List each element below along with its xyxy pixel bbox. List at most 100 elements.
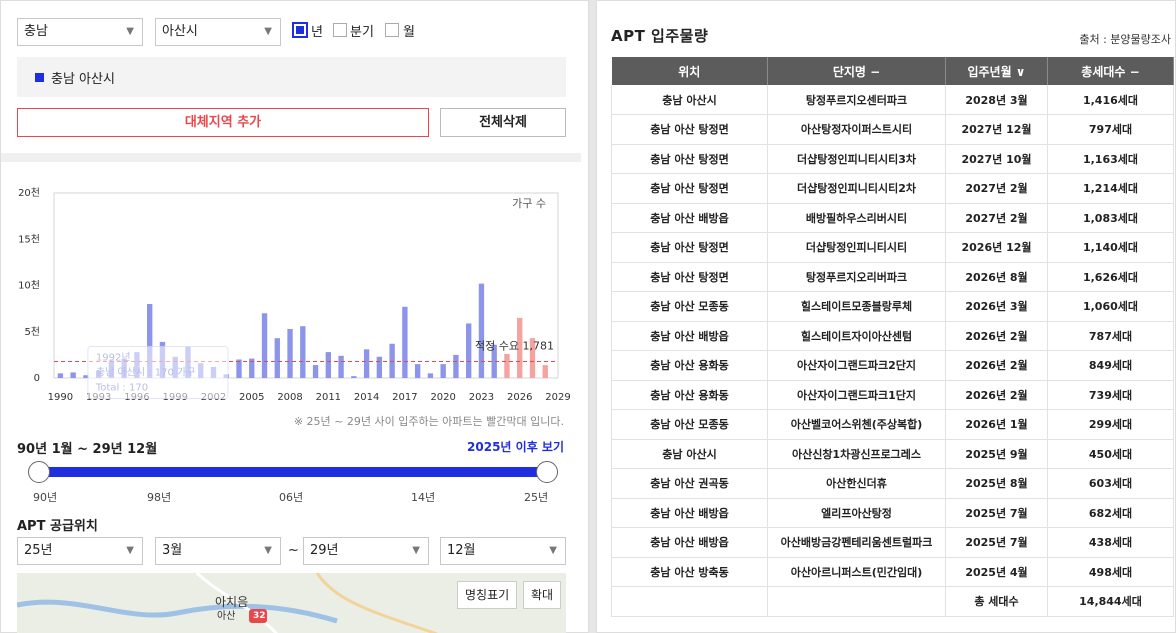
table-cell: 충남 아산 탕정면 [611, 173, 768, 204]
table-row[interactable]: 충남 아산 모종동 힐스테이트모종블랑루체 2026년 3월 1,060세대 [611, 291, 1174, 322]
column-header-0[interactable]: 위치 [611, 57, 768, 85]
table-cell: 배방필하우스리버시티 [767, 203, 946, 233]
column-header-2[interactable]: 입주년월 ∨ [945, 57, 1048, 85]
table-cell: 2025년 7월 [945, 527, 1048, 558]
table-cell: 충남 아산 모종동 [611, 409, 768, 440]
table-row[interactable]: 충남 아산 방축동 아산아르니퍼스트(민간임대) 2025년 4월 498세대 [611, 557, 1174, 587]
bar [440, 364, 446, 378]
range-tilde: ~ [288, 543, 299, 558]
table-row[interactable]: 충남 아산 배방읍 아산배방금강펜테리움센트럴파크 2025년 7월 438세대 [611, 527, 1174, 558]
table-row[interactable]: 충남 아산 탕정면 더샵탕정인피니티시티3차 2027년 10월 1,163세대 [611, 144, 1174, 174]
column-header-1[interactable]: 단지명 − [767, 57, 946, 85]
threshold-label: 적정 수요 1,781 [475, 340, 554, 353]
table-cell: 2026년 1월 [945, 409, 1048, 440]
table-cell: 2025년 7월 [945, 498, 1048, 528]
period-checkbox-0[interactable] [292, 22, 308, 38]
x-tick-label: 2011 [316, 392, 341, 403]
table-cell: 아산탕정자이퍼스트시티 [767, 114, 946, 145]
table-cell: 2027년 10월 [945, 144, 1048, 174]
from-year-select[interactable]: 25년 ▼ [17, 537, 143, 565]
chevron-down-icon: ▼ [264, 545, 272, 556]
chevron-down-icon: ▼ [264, 26, 272, 37]
table-cell: 2025년 8월 [945, 468, 1048, 499]
table-row[interactable]: 충남 아산 배방읍 배방필하우스리버시티 2027년 2월 1,083세대 [611, 203, 1174, 233]
table-row[interactable]: 충남 아산 탕정면 더샵탕정인피니티시티2차 2027년 2월 1,214세대 [611, 173, 1174, 204]
table-cell: 충남 아산 배방읍 [611, 321, 768, 351]
table-cell: 787세대 [1047, 321, 1174, 351]
period-label-1: 분기 [350, 25, 374, 40]
right-panel: APT 입주물량 출처 : 분양물량조사 위치 단지명 − 입주년월 ∨ 총세대수 −… [596, 0, 1176, 633]
table-row[interactable]: 충남 아산시 탕정푸르지오센터파크 2028년 3월 1,416세대 [611, 85, 1174, 115]
table-cell: 849세대 [1047, 350, 1174, 381]
range-slider-start-handle[interactable] [28, 461, 50, 483]
table-cell: 탕정푸르지오센터파크 [767, 85, 946, 115]
table-cell: 충남 아산 용화동 [611, 380, 768, 410]
table-cell: 739세대 [1047, 380, 1174, 410]
table-row[interactable]: 충남 아산 권곡동 아산한신더휴 2025년 8월 603세대 [611, 468, 1174, 499]
table-cell: 2026년 2월 [945, 380, 1048, 410]
table-row[interactable]: 충남 아산 배방읍 엘리프아산탕정 2025년 7월 682세대 [611, 498, 1174, 528]
column-header-3[interactable]: 총세대수 − [1047, 57, 1174, 85]
table-cell: 450세대 [1047, 439, 1174, 469]
province-select[interactable]: 충남 ▼ [17, 18, 143, 46]
table-row[interactable]: 충남 아산 배방읍 힐스테이트자이아산센텀 2026년 2월 787세대 [611, 321, 1174, 351]
map-name-toggle-button[interactable]: 명칭표기 [457, 581, 518, 609]
map-zoom-button[interactable]: 확대 [523, 581, 562, 609]
table-cell: 2026년 8월 [945, 262, 1048, 292]
bar [312, 365, 319, 378]
period-checkbox-1[interactable] [333, 23, 347, 37]
series-color-marker [35, 73, 44, 82]
y-tick-label: 15천 [18, 233, 40, 245]
table-cell: 힐스테이트모종블랑루체 [767, 291, 946, 322]
range-slider-track[interactable] [39, 467, 547, 477]
supply-map[interactable]: 아치음 아산 32 명칭표기 확대 [17, 573, 566, 633]
table-cell: 아산한신더휴 [767, 468, 946, 499]
to-month-select[interactable]: 12월 ▼ [440, 537, 566, 565]
table-cell: 498세대 [1047, 557, 1174, 587]
bar [427, 373, 434, 378]
x-tick-label: 2029 [545, 392, 570, 403]
table-row[interactable]: 충남 아산 용화동 아산자이그랜드파크2단지 2026년 2월 849세대 [611, 350, 1174, 381]
table-cell: 1,416세대 [1047, 85, 1174, 115]
city-select[interactable]: 아산시 ▼ [155, 18, 281, 46]
total-value: 14,844세대 [1047, 586, 1174, 617]
table-cell: 299세대 [1047, 409, 1174, 440]
table-cell: 아산자이그랜드파크1단지 [767, 380, 946, 410]
table-cell: 2026년 3월 [945, 291, 1048, 322]
tooltip-year: 1992년 [96, 352, 131, 364]
table-row[interactable]: 충남 아산 탕정면 아산탕정자이퍼스트시티 2027년 12월 797세대 [611, 114, 1174, 145]
from-month-select[interactable]: 3월 ▼ [155, 537, 281, 565]
table-row[interactable]: 충남 아산 탕정면 탕정푸르지오리버파크 2026년 8월 1,626세대 [611, 262, 1174, 292]
table-cell: 충남 아산 탕정면 [611, 262, 768, 292]
table-row[interactable]: 충남 아산 용화동 아산자이그랜드파크1단지 2026년 2월 739세대 [611, 380, 1174, 410]
range-label: 90년 1월 ~ 29년 12월 [17, 442, 158, 457]
table-row[interactable]: 충남 아산 모종동 아산벨코어스위첸(주상복합) 2026년 1월 299세대 [611, 409, 1174, 440]
table-row[interactable]: 충남 아산시 아산신창1차광신프로그레스 2025년 9월 450세대 [611, 439, 1174, 469]
y-tick-label: 0 [34, 373, 40, 384]
city-value: 아산시 [162, 24, 198, 39]
unit-label: 가구 수 [512, 197, 546, 210]
bar [414, 364, 421, 378]
to-year-select[interactable]: 29년 ▼ [303, 537, 429, 565]
range-slider-end-handle[interactable] [536, 461, 558, 483]
period-checkbox-2[interactable] [385, 23, 399, 37]
delete-all-button[interactable]: 전체삭제 [440, 108, 566, 137]
map-route-badge: 32 [253, 611, 266, 621]
bar [402, 306, 408, 378]
table-cell: 438세대 [1047, 527, 1174, 558]
x-tick-label: 2008 [277, 392, 302, 403]
x-tick-label: 2023 [469, 392, 494, 403]
table-row[interactable]: 충남 아산 탕정면 더샵탕정인피니티시티 2026년 12월 1,140세대 [611, 232, 1174, 263]
slider-tick-label: 14년 [411, 491, 436, 504]
table-cell: 2025년 4월 [945, 557, 1048, 587]
table-cell: 충남 아산 탕정면 [611, 144, 768, 174]
after-2025-link[interactable]: 2025년 이후 보기 [467, 438, 564, 455]
table-cell: 아산배방금강펜테리움센트럴파크 [767, 527, 946, 558]
bar [325, 352, 332, 378]
period-label-0: 년 [311, 25, 323, 40]
table-cell: 아산아르니퍼스트(민간임대) [767, 557, 946, 587]
slider-tick-label: 06년 [279, 491, 304, 504]
chevron-down-icon: ▼ [126, 26, 134, 37]
add-region-button[interactable]: 대체지역 추가 [17, 108, 429, 137]
table-source: 출처 : 분양물량조사 [1079, 33, 1171, 46]
